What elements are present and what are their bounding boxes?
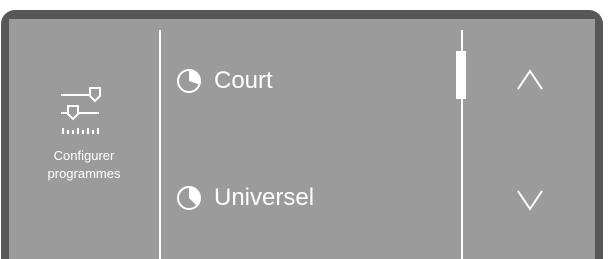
program-label: Court bbox=[214, 67, 273, 94]
configure-label-line2: programmes bbox=[47, 166, 121, 181]
display-screen: Configurer programmes Court Universel bbox=[9, 19, 595, 259]
program-item-universel[interactable]: Universel bbox=[176, 178, 314, 218]
sliders-icon bbox=[61, 87, 101, 134]
configure-programs-label: Configurer programmes bbox=[9, 147, 159, 183]
program-item-court[interactable]: Court bbox=[176, 61, 273, 101]
chevron-up-icon bbox=[516, 69, 543, 90]
scroll-up-button[interactable] bbox=[464, 25, 595, 135]
timer-half-icon bbox=[177, 186, 201, 210]
configure-programs-button[interactable]: Configurer programmes bbox=[9, 19, 159, 259]
left-divider bbox=[159, 30, 161, 259]
configure-label-line1: Configurer bbox=[53, 148, 115, 163]
timer-quarter-icon bbox=[177, 69, 201, 93]
program-label: Universel bbox=[214, 184, 315, 211]
scroll-down-button[interactable] bbox=[464, 145, 595, 255]
chevron-down-icon bbox=[516, 190, 543, 211]
